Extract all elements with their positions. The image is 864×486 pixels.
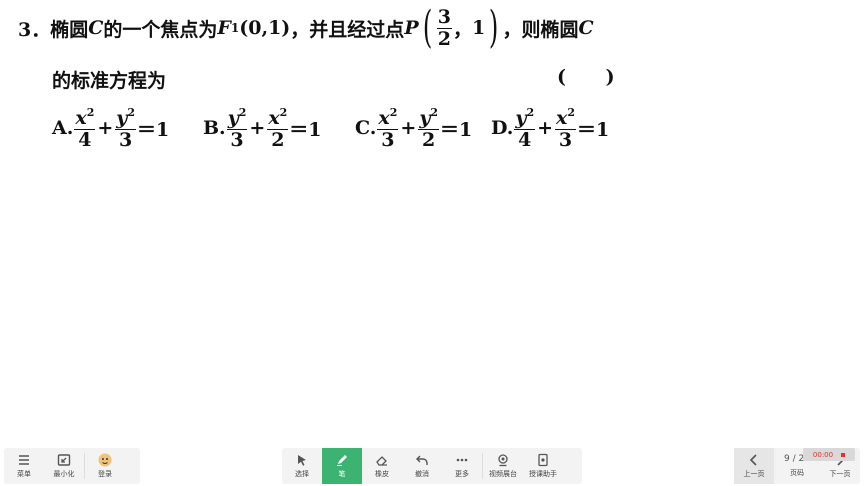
- option-a[interactable]: A. x2 4 + y2 3 ＝1: [52, 102, 169, 154]
- chevron-left-icon: [749, 454, 757, 466]
- question-line-1: 3． 椭圆 C 的一个焦点为 F 1 (0,1) ，并且经过点 P ( 3 2 ， …: [18, 6, 594, 50]
- right-paren: ): [489, 2, 499, 53]
- menu-icon: [19, 455, 29, 465]
- bottom-toolbar: 菜单 最小化 登录 选择 笔 橡皮 撤消 更多 视频展台 授课助手 上一页 9 …: [0, 446, 864, 486]
- option-d[interactable]: D. y2 4 + x2 3 ＝1: [491, 102, 609, 154]
- minimize-icon: [57, 454, 71, 466]
- more-icon: [456, 458, 468, 462]
- question-text-2: 的一个焦点为: [103, 18, 218, 41]
- point-var: P: [404, 17, 419, 39]
- cursor-icon: [298, 455, 306, 466]
- select-tool-button[interactable]: 选择: [282, 448, 322, 484]
- answer-blank: ( ): [557, 66, 615, 88]
- question-line-2: 的标准方程为: [52, 70, 167, 92]
- option-b[interactable]: B. y2 3 + x2 2 ＝1: [203, 102, 322, 154]
- record-stop-icon: [841, 452, 846, 457]
- menu-button[interactable]: 菜单: [4, 448, 44, 484]
- camera-icon: [498, 454, 508, 467]
- point-coords: ( 3 2 ， 1 ): [419, 6, 503, 50]
- fraction: y2 4: [514, 105, 536, 151]
- question-text-3: ，并且经过点: [290, 18, 405, 41]
- slide-canvas: 3． 椭圆 C 的一个焦点为 F 1 (0,1) ，并且经过点 P ( 3 2 ， …: [0, 0, 864, 440]
- ellipse-var: C: [88, 17, 104, 39]
- eraser-tool-button[interactable]: 橡皮: [362, 448, 402, 484]
- more-button[interactable]: 更多: [442, 448, 482, 484]
- fraction: y2 3: [226, 105, 248, 151]
- pen-tool-button[interactable]: 笔: [322, 448, 362, 484]
- eraser-icon: [376, 456, 387, 466]
- assistant-icon: [538, 453, 548, 467]
- recording-timer[interactable]: 00:00: [803, 448, 855, 461]
- video-booth-button[interactable]: 视频展台: [483, 448, 523, 484]
- prev-page-button[interactable]: 上一页: [734, 448, 774, 484]
- ellipse-var-2: C: [578, 17, 594, 39]
- undo-icon: [416, 455, 428, 465]
- question-number: 3．: [18, 18, 51, 41]
- avatar-icon: [98, 453, 112, 467]
- point-y: 1: [472, 17, 486, 39]
- teaching-assistant-button[interactable]: 授课助手: [523, 448, 563, 484]
- fraction: y2 3: [115, 105, 136, 151]
- option-c[interactable]: C. x2 3 + y2 2 ＝1: [355, 102, 472, 154]
- fraction: y2 2: [418, 105, 440, 151]
- question-text-4: ，则椭圆: [502, 18, 579, 41]
- left-paren: (: [422, 2, 432, 53]
- point-separator: ，: [453, 18, 473, 41]
- login-button[interactable]: 登录: [85, 448, 125, 484]
- undo-button[interactable]: 撤消: [402, 448, 442, 484]
- pen-icon: [337, 455, 347, 466]
- question-text-1: 椭圆: [50, 18, 89, 41]
- fraction: x2 3: [377, 105, 399, 151]
- toolbar-center-group: 选择 笔 橡皮 撤消 更多 视频展台 授课助手: [282, 448, 582, 484]
- focus-var: F: [217, 17, 231, 39]
- fraction: x2 4: [74, 105, 96, 151]
- focus-coords: (0,1): [239, 17, 291, 39]
- toolbar-left-group: 菜单 最小化 登录: [4, 448, 140, 484]
- minimize-button[interactable]: 最小化: [44, 448, 84, 484]
- point-x-fraction: 3 2: [436, 5, 453, 50]
- fraction: x2 3: [555, 105, 577, 151]
- fraction: x2 2: [267, 105, 289, 151]
- focus-subscript: 1: [230, 21, 240, 35]
